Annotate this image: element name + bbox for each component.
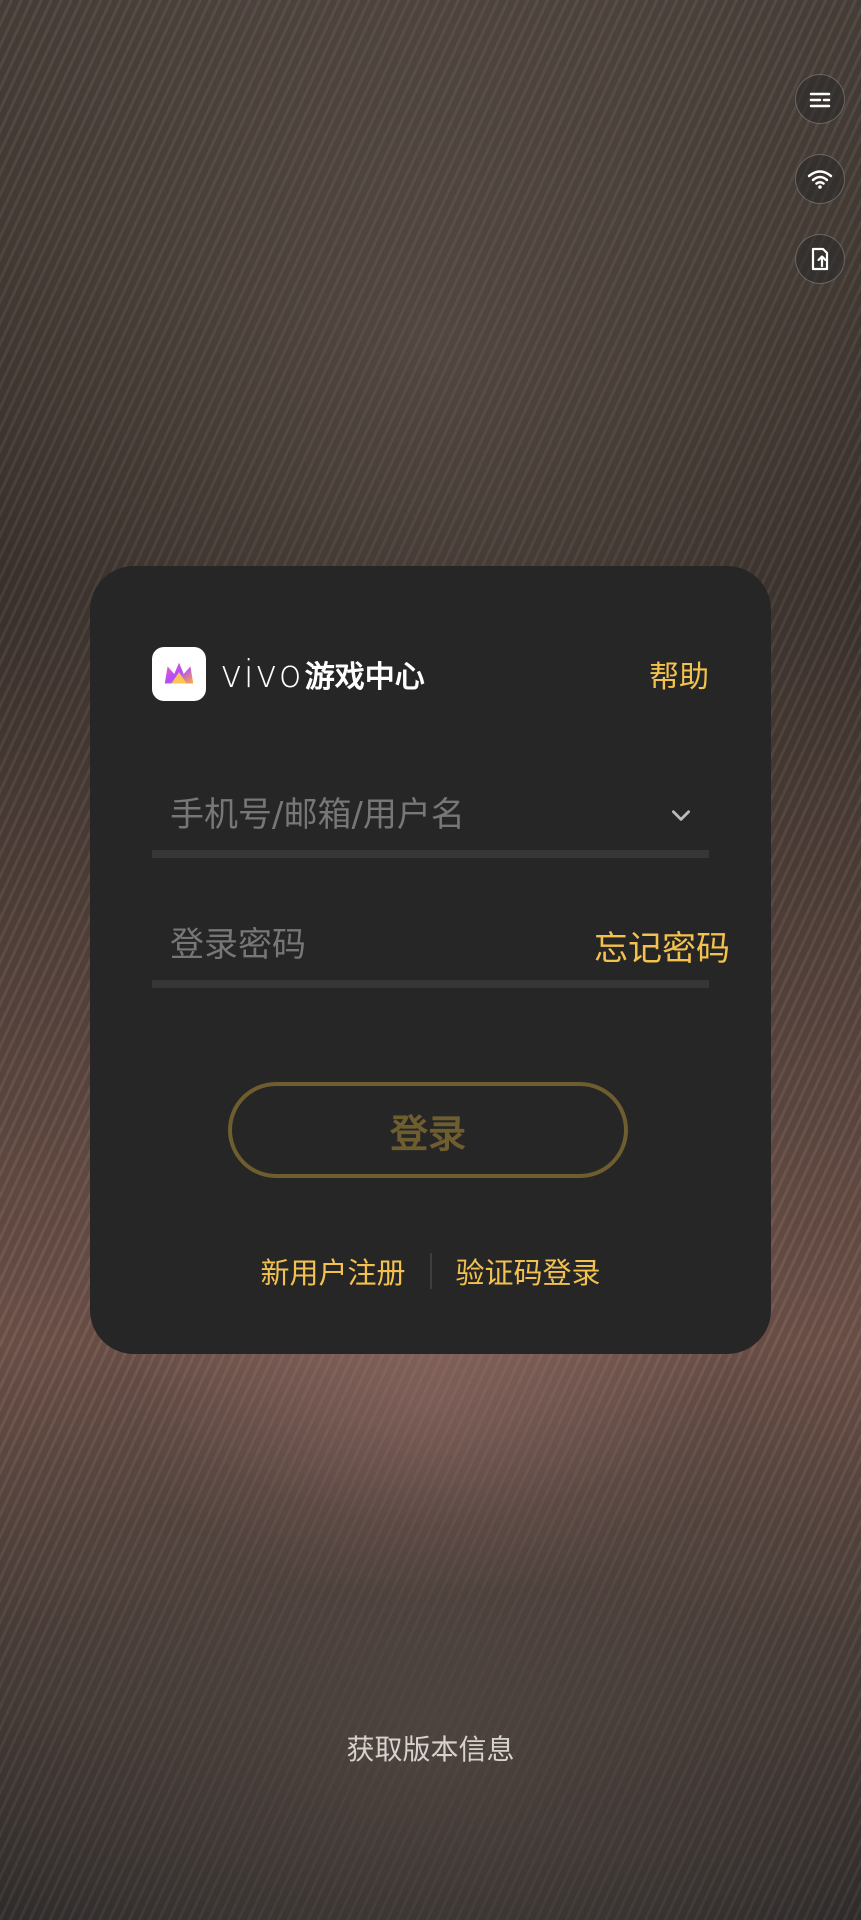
- forgot-password-link[interactable]: 忘记密码: [594, 921, 730, 970]
- sms-login-link[interactable]: 验证码登录: [456, 1250, 601, 1292]
- register-link[interactable]: 新用户注册: [260, 1250, 405, 1292]
- account-field: [152, 780, 709, 858]
- upload-file-icon: [811, 247, 829, 271]
- brand-title: vivo 游戏中心: [220, 652, 425, 696]
- bottom-links: 新用户注册 验证码登录: [90, 1250, 771, 1292]
- password-input[interactable]: [152, 925, 594, 965]
- wifi-button[interactable]: [795, 154, 845, 204]
- card-header: vivo 游戏中心 帮助: [152, 646, 709, 702]
- wifi-icon: [807, 170, 833, 189]
- password-field: 忘记密码: [152, 910, 730, 988]
- upload-button[interactable]: [795, 234, 845, 284]
- account-input[interactable]: [152, 795, 661, 835]
- menu-button[interactable]: [795, 74, 845, 124]
- menu-icon: [809, 92, 831, 108]
- side-toolbar: [795, 74, 845, 284]
- brand-name-text: 游戏中心: [304, 660, 425, 695]
- version-info-link[interactable]: 获取版本信息: [0, 1728, 861, 1768]
- brand: vivo 游戏中心: [152, 647, 425, 701]
- brand-vivo-text: vivo: [220, 652, 303, 696]
- login-card: vivo 游戏中心 帮助 忘记密码 登录 新用户注册 验证码登录: [90, 566, 771, 1354]
- chevron-down-icon[interactable]: [661, 795, 701, 835]
- login-button[interactable]: 登录: [228, 1082, 628, 1178]
- crown-icon: [152, 647, 206, 701]
- link-divider: [429, 1253, 432, 1289]
- help-link[interactable]: 帮助: [649, 652, 709, 696]
